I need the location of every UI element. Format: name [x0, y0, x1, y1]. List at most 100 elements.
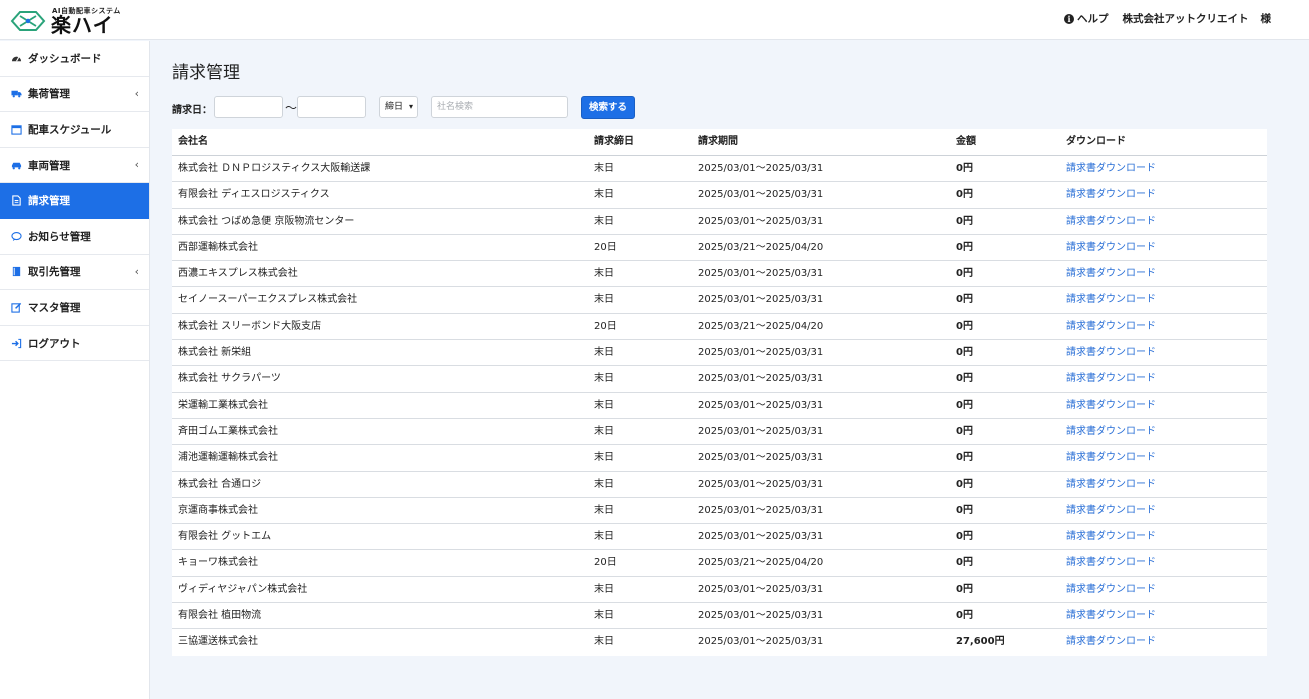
table-row: 栄運輸工業株式会社 末日 2025/03/01〜2025/03/31 0円 請求書ダウン… [172, 393, 1267, 419]
amount-cell: 0円 [956, 268, 973, 280]
amount-cell: 0円 [956, 163, 973, 174]
chat-icon [10, 230, 22, 242]
info-icon: i [1064, 13, 1074, 24]
closing-day-cell: 末日 [594, 583, 614, 595]
invoice-download-link[interactable]: 請求書ダウンロード [1066, 261, 1266, 286]
table-row: ヴィディヤジャパン株式会社 末日 2025/03/01〜2025/03/31 0円 請求… [172, 577, 1267, 604]
invoice-download-link[interactable]: 請求書ダウンロード [1066, 235, 1266, 260]
sidebar-item-vehicles[interactable]: 車両管理 ‹ [0, 148, 149, 184]
sidebar-item-dashboard[interactable]: ダッシュボード [0, 41, 149, 77]
search-button[interactable]: 検索する [581, 96, 635, 119]
period-cell: 2025/03/01〜2025/03/31 [698, 215, 824, 227]
invoice-download-link[interactable]: 請求書ダウンロード [1066, 577, 1266, 602]
invoice-download-link[interactable]: 請求書ダウンロード [1066, 419, 1266, 444]
logo-title: 楽ハイ [51, 13, 114, 37]
sidebar-item-label: マスタ管理 [28, 301, 81, 314]
closing-day-cell: 末日 [594, 478, 614, 490]
invoice-download-link[interactable]: 請求書ダウンロード [1066, 366, 1266, 391]
closing-day-cell: 末日 [594, 347, 614, 359]
invoice-download-link[interactable]: 請求書ダウンロード [1066, 340, 1266, 365]
sidebar-item-logout[interactable]: ログアウト [0, 326, 149, 362]
document-icon [10, 195, 22, 207]
closing-day-cell: 末日 [594, 504, 614, 516]
closing-day-cell: 末日 [594, 452, 614, 464]
invoice-download-link[interactable]: 請求書ダウンロード [1066, 156, 1266, 181]
sidebar-item-notices[interactable]: お知らせ管理 [0, 219, 149, 255]
amount-cell: 0円 [956, 610, 973, 622]
closing-day-select[interactable]: 締日 ▾ [379, 96, 418, 118]
company-name: 株式会社アットクリエイト [1122, 13, 1249, 25]
sidebar-item-master[interactable]: マスタ管理 [0, 290, 149, 326]
table-row: 株式会社 ＤＮＰロジスティクス大阪輸送課 末日 2025/03/01〜2025/03… [172, 156, 1267, 183]
column-header-amount: 金額 [956, 136, 976, 147]
closing-day-cell: 末日 [594, 215, 614, 227]
invoice-download-link[interactable]: 請求書ダウンロード [1066, 472, 1266, 497]
table-row: 三協運送株式会社 末日 2025/03/01〜2025/03/31 27,600円 請求… [172, 629, 1267, 655]
amount-cell: 0円 [956, 583, 973, 595]
sidebar-item-label: 配車スケジュール [28, 123, 112, 136]
period-cell: 2025/03/01〜2025/03/31 [698, 452, 824, 464]
amount-cell: 0円 [956, 215, 973, 227]
dashboard-icon [10, 52, 22, 64]
table-row: キョーワ株式会社 20日 2025/03/21〜2025/04/20 0円 請求書ダウン… [172, 550, 1267, 577]
closing-day-cell: 末日 [594, 399, 614, 411]
top-right-menu: i ヘルプ 株式会社アットクリエイト 様 [1064, 11, 1271, 26]
app-logo[interactable]: AI自動配車システム 楽ハイ [8, 4, 138, 38]
company-cell: 京運商事株式会社 [178, 504, 258, 516]
closing-day-cell: 20日 [594, 320, 617, 332]
table-row: 有限会社 グットエム 末日 2025/03/01〜2025/03/31 0円 請求書ダウ… [172, 524, 1267, 551]
date-from-input[interactable] [214, 96, 283, 118]
invoice-download-link[interactable]: 請求書ダウンロード [1066, 445, 1266, 470]
top-bar: AI自動配車システム 楽ハイ i ヘルプ 株式会社アットクリエイト 様 [0, 0, 1309, 40]
date-to-input[interactable] [297, 96, 366, 118]
period-cell: 2025/03/01〜2025/03/31 [698, 268, 824, 280]
sidebar-item-dispatch-schedule[interactable]: 配車スケジュール [0, 112, 149, 148]
closing-day-cell: 末日 [594, 268, 614, 280]
company-cell: 有限会社 グットエム [178, 531, 272, 543]
table-row: 西濃エキスプレス株式会社 末日 2025/03/01〜2025/03/31 0円 請求書… [172, 261, 1267, 288]
company-cell: 株式会社 ＤＮＰロジスティクス大阪輸送課 [178, 163, 371, 174]
car-icon [10, 159, 22, 171]
invoice-download-link[interactable]: 請求書ダウンロード [1066, 498, 1266, 523]
table-header-row: 会社名 請求締日 請求期間 金額 ダウンロード [172, 129, 1267, 156]
company-cell: 株式会社 新栄組 [178, 347, 252, 359]
invoice-download-link[interactable]: 請求書ダウンロード [1066, 209, 1266, 234]
period-cell: 2025/03/01〜2025/03/31 [698, 636, 824, 648]
amount-cell: 0円 [956, 478, 973, 490]
sidebar-item-label: 取引先管理 [28, 266, 81, 279]
sidebar-item-label: お知らせ管理 [28, 230, 91, 243]
amount-cell: 0円 [956, 425, 973, 437]
sidebar-item-billing[interactable]: 請求管理 [0, 183, 149, 219]
invoice-download-link[interactable]: 請求書ダウンロード [1066, 629, 1266, 655]
invoice-download-link[interactable]: 請求書ダウンロード [1066, 314, 1266, 339]
period-cell: 2025/03/01〜2025/03/31 [698, 163, 824, 174]
table-row: 浦池運輸運輸株式会社 末日 2025/03/01〜2025/03/31 0円 請求書ダウ… [172, 445, 1267, 472]
invoice-download-link[interactable]: 請求書ダウンロード [1066, 603, 1266, 628]
amount-cell: 0円 [956, 399, 973, 411]
invoice-download-link[interactable]: 請求書ダウンロード [1066, 524, 1266, 549]
date-range-separator: 〜 [285, 101, 298, 115]
help-link[interactable]: i ヘルプ [1064, 11, 1109, 26]
sidebar-item-pickup[interactable]: 集荷管理 ‹ [0, 77, 149, 113]
company-cell: 株式会社 つばめ急便 京阪物流センター [178, 215, 355, 227]
truck-icon [10, 88, 22, 100]
column-header-closing-day: 請求締日 [594, 136, 634, 147]
invoice-download-link[interactable]: 請求書ダウンロード [1066, 287, 1266, 312]
company-cell: ヴィディヤジャパン株式会社 [178, 583, 308, 595]
invoice-download-link[interactable]: 請求書ダウンロード [1066, 182, 1266, 207]
billing-table: 会社名 請求締日 請求期間 金額 ダウンロード 株式会社 ＤＮＰロジスティクス大… [172, 129, 1267, 656]
chevron-left-icon: ‹ [134, 157, 139, 171]
invoice-download-link[interactable]: 請求書ダウンロード [1066, 393, 1266, 418]
logout-icon [10, 337, 22, 349]
sidebar-item-clients[interactable]: 取引先管理 ‹ [0, 255, 149, 291]
period-cell: 2025/03/01〜2025/03/31 [698, 399, 824, 411]
period-cell: 2025/03/01〜2025/03/31 [698, 347, 824, 359]
invoice-download-link[interactable]: 請求書ダウンロード [1066, 550, 1266, 575]
company-search-input[interactable] [431, 96, 568, 118]
table-row: 斉田ゴム工業株式会社 末日 2025/03/01〜2025/03/31 0円 請求書ダウ… [172, 419, 1267, 446]
company-cell: 三協運送株式会社 [178, 636, 258, 648]
closing-day-value: 締日 [385, 102, 404, 112]
sidebar-item-label: 請求管理 [28, 195, 70, 208]
table-row: 有限会社 ディエスロジスティクス 末日 2025/03/01〜2025/03/31 0… [172, 182, 1267, 209]
period-cell: 2025/03/01〜2025/03/31 [698, 425, 824, 437]
